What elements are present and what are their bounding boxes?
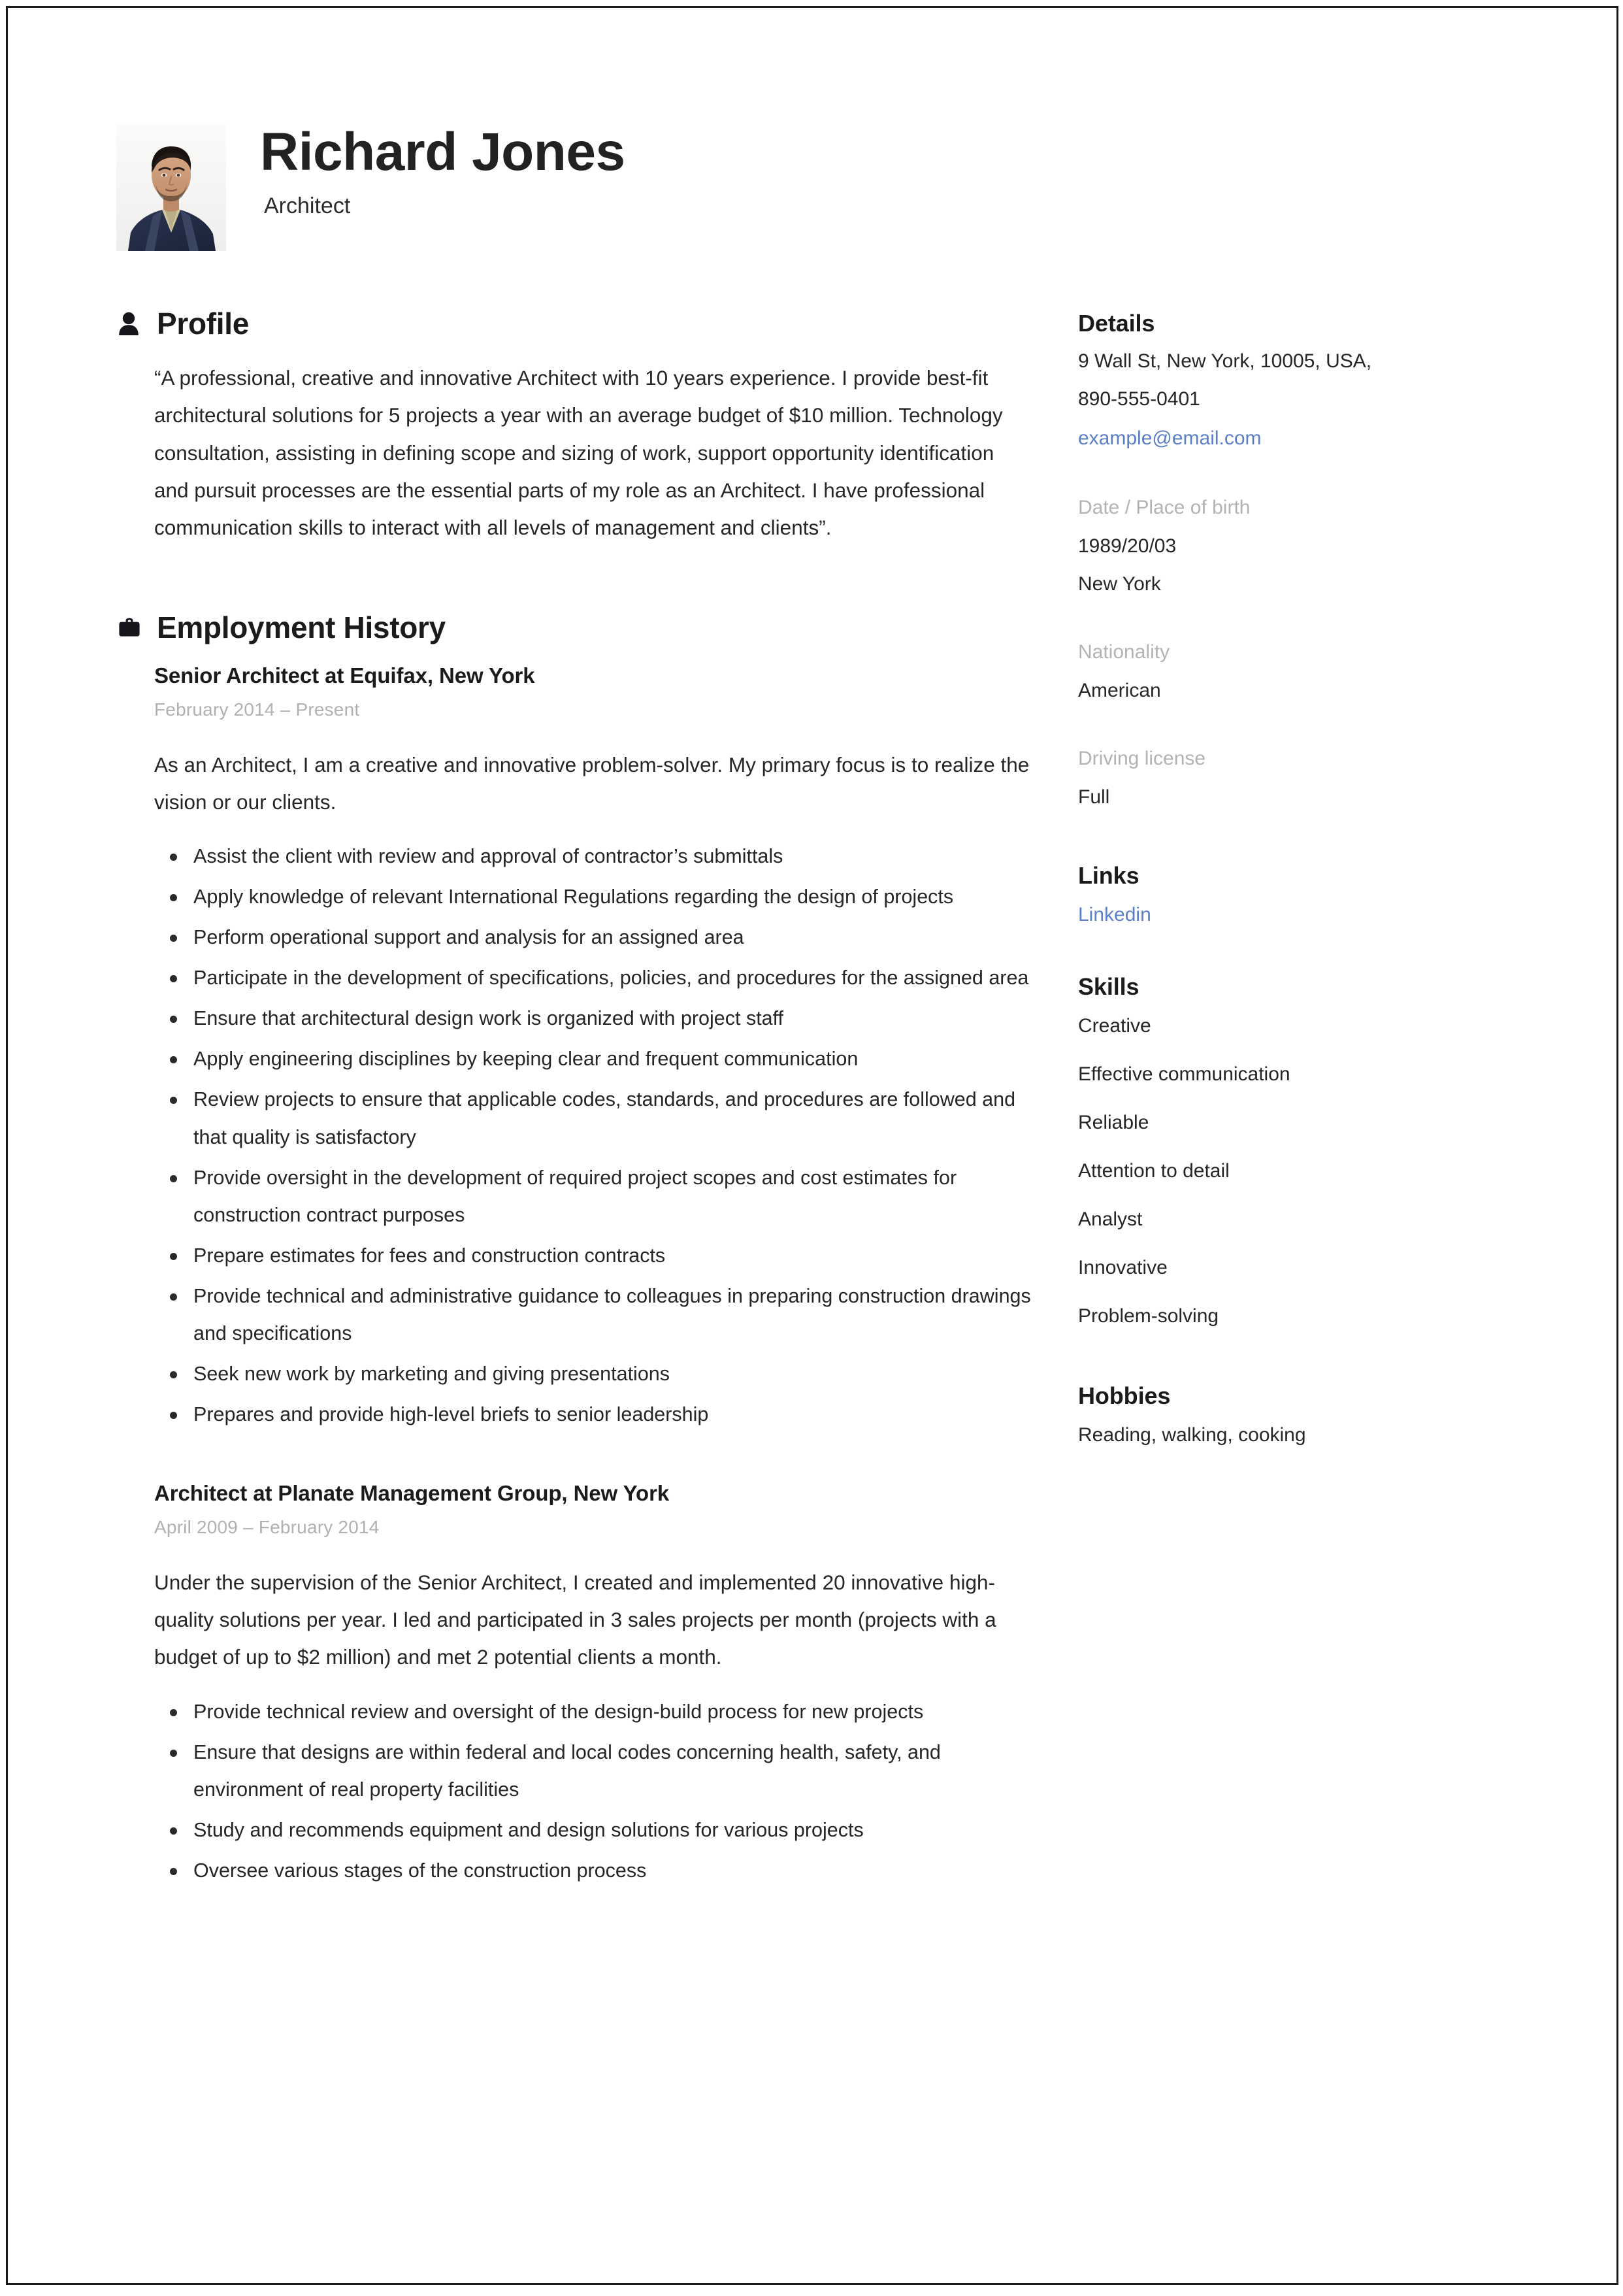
- job-bullet-list: Provide technical review and oversight o…: [154, 1693, 1031, 1889]
- list-item: Assist the client with review and approv…: [154, 838, 1031, 875]
- portrait-photo-icon: [116, 123, 226, 251]
- list-item: Provide oversight in the development of …: [154, 1159, 1031, 1234]
- section-title-profile: Profile: [157, 307, 250, 341]
- skill-item: Analyst: [1078, 1208, 1143, 1230]
- section-header-employment: Employment History: [116, 610, 1031, 645]
- sidebar-heading-skills: Skills: [1078, 973, 1139, 1000]
- list-item: Review projects to ensure that applicabl…: [154, 1081, 1031, 1156]
- sidebar-section-links: Links Linkedin: [1078, 862, 1496, 926]
- job-title-subtitle: Architect: [264, 193, 351, 218]
- skill-item: Innovative: [1078, 1257, 1168, 1278]
- sidebar-heading-links: Links: [1078, 862, 1139, 889]
- list-item: Oversee various stages of the constructi…: [154, 1852, 1031, 1889]
- detail-birth-label: Date / Place of birth: [1078, 497, 1251, 518]
- list-item: Provide technical and administrative gui…: [154, 1278, 1031, 1352]
- person-icon: [118, 311, 148, 336]
- section-header-profile: Profile: [116, 306, 1031, 341]
- skill-item: Problem-solving: [1078, 1305, 1219, 1327]
- skill-item: Effective communication: [1078, 1063, 1290, 1085]
- page-title: Richard Jones: [260, 122, 625, 182]
- job-heading: Senior Architect at Equifax, New York: [154, 663, 535, 688]
- detail-phone: 890-555-0401: [1078, 388, 1200, 410]
- link-linkedin[interactable]: Linkedin: [1078, 904, 1496, 926]
- sidebar-section-hobbies: Hobbies Reading, walking, cooking: [1078, 1382, 1496, 1446]
- section-employment: Employment History Senior Architect at E…: [116, 610, 1031, 1889]
- profile-text: “A professional, creative and innovative…: [154, 366, 1003, 540]
- detail-birth-date: 1989/20/03: [1078, 535, 1177, 557]
- job-entry: Senior Architect at Equifax, New York Fe…: [154, 663, 1031, 1433]
- detail-email-link[interactable]: example@email.com: [1078, 427, 1496, 450]
- detail-license-value: Full: [1078, 786, 1110, 808]
- list-item: Apply knowledge of relevant Internationa…: [154, 878, 1031, 916]
- list-item: Ensure that architectural design work is…: [154, 1000, 1031, 1037]
- detail-nationality-value: American: [1078, 680, 1161, 701]
- sidebar-heading-hobbies: Hobbies: [1078, 1382, 1171, 1409]
- detail-birth-place: New York: [1078, 573, 1161, 595]
- job-summary: Under the supervision of the Senior Arch…: [154, 1570, 996, 1669]
- list-item: Prepare estimates for fees and construct…: [154, 1237, 1031, 1274]
- detail-address: 9 Wall St, New York, 10005, USA,: [1078, 350, 1372, 372]
- sidebar-section-details: Details 9 Wall St, New York, 10005, USA,…: [1078, 310, 1496, 807]
- body-columns: Profile “A professional, creative and in…: [116, 306, 1522, 1893]
- list-item: Provide technical review and oversight o…: [154, 1693, 1031, 1731]
- job-heading: Architect at Planate Management Group, N…: [154, 1480, 670, 1505]
- list-item: Seek new work by marketing and giving pr…: [154, 1356, 1031, 1393]
- list-item: Participate in the development of specif…: [154, 959, 1031, 997]
- job-entry: Architect at Planate Management Group, N…: [154, 1481, 1031, 1889]
- skill-item: Attention to detail: [1078, 1160, 1230, 1182]
- list-item: Perform operational support and analysis…: [154, 919, 1031, 956]
- header-text: Richard Jones Architect: [260, 111, 625, 219]
- resume-content: Richard Jones Architect Profile “A profe…: [0, 0, 1623, 2296]
- sidebar-section-skills: Skills Creative Effective communication …: [1078, 973, 1496, 1327]
- sidebar-heading-details: Details: [1078, 310, 1155, 337]
- list-item: Prepares and provide high-level briefs t…: [154, 1396, 1031, 1433]
- resume-header: Richard Jones Architect: [116, 111, 1522, 251]
- skill-item: Reliable: [1078, 1112, 1149, 1133]
- job-bullet-list: Assist the client with review and approv…: [154, 838, 1031, 1433]
- sidebar-column: Details 9 Wall St, New York, 10005, USA,…: [1078, 306, 1496, 1446]
- skill-item: Creative: [1078, 1015, 1151, 1037]
- job-dates: April 2009 – February 2014: [154, 1516, 380, 1537]
- avatar: [116, 123, 226, 251]
- list-item: Apply engineering disciplines by keeping…: [154, 1040, 1031, 1078]
- resume-page: Richard Jones Architect Profile “A profe…: [0, 0, 1623, 2296]
- list-item: Study and recommends equipment and desig…: [154, 1812, 1031, 1849]
- job-dates: February 2014 – Present: [154, 699, 360, 720]
- briefcase-icon: [118, 616, 148, 639]
- section-profile: Profile “A professional, creative and in…: [116, 306, 1031, 547]
- detail-license-label: Driving license: [1078, 748, 1206, 769]
- section-title-employment: Employment History: [157, 610, 446, 644]
- detail-nationality-label: Nationality: [1078, 641, 1170, 663]
- hobbies-text: Reading, walking, cooking: [1078, 1424, 1306, 1446]
- main-column: Profile “A professional, creative and in…: [116, 306, 1031, 1893]
- job-summary: As an Architect, I am a creative and inn…: [154, 752, 1030, 814]
- list-item: Ensure that designs are within federal a…: [154, 1734, 1031, 1808]
